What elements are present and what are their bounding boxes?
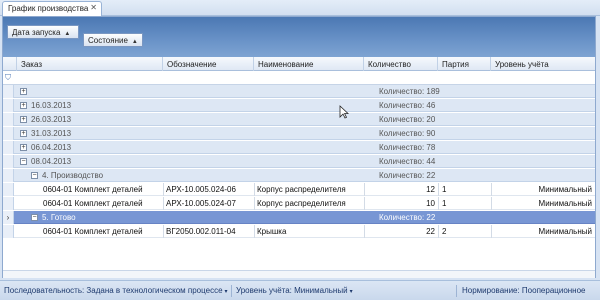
group-row[interactable]: + 31.03.2013 Количество: 90 <box>3 127 595 140</box>
cell-quantity: 22 <box>426 227 435 236</box>
chevron-down-icon: ▾ <box>349 289 353 295</box>
row-indicator <box>3 169 14 182</box>
group-row[interactable]: + Количество: 189 <box>3 85 595 98</box>
mouse-cursor-icon <box>339 105 349 119</box>
column-header-batch[interactable]: Партия <box>438 57 491 71</box>
group-row[interactable]: + 26.03.2013 Количество: 20 <box>3 113 595 126</box>
group-row[interactable]: − 08.04.2013 Количество: 44 <box>3 155 595 168</box>
row-indicator <box>3 85 14 98</box>
close-icon[interactable]: ✕ <box>90 3 97 12</box>
cell-quantity: 12 <box>426 185 435 194</box>
group-label: 08.04.2013 <box>31 157 72 166</box>
group-label: 5. Готово <box>42 213 76 222</box>
collapse-icon[interactable]: − <box>31 172 38 179</box>
sort-asc-icon: ▲ <box>131 39 138 45</box>
table-row[interactable]: 0604-01 Комплект деталей ВГ2050.002.011-… <box>3 225 595 238</box>
column-header-order[interactable]: Заказ <box>17 57 163 71</box>
cell-designation: АРХ-10.005.024-07 <box>166 199 236 208</box>
cell-accounting-level: Минимальный <box>538 185 592 194</box>
group-row[interactable]: + 06.04.2013 Количество: 78 <box>3 141 595 154</box>
cell-name: Корпус распределителя <box>257 185 346 194</box>
cell-accounting-level: Минимальный <box>538 199 592 208</box>
group-count: Количество: 90 <box>379 129 436 138</box>
subgroup-row-selected[interactable]: › − 5. Готово Количество: 22 <box>3 211 595 224</box>
filter-icon[interactable]: ⛉ <box>5 73 14 82</box>
cell-designation: ВГ2050.002.011-04 <box>166 227 236 236</box>
grid-footer <box>3 270 595 278</box>
status-sequence-label: Последовательность: Задана в технологиче… <box>4 286 223 295</box>
grid-rows: + Количество: 189 + 16.03.2013 Количеств… <box>3 85 595 270</box>
expand-icon[interactable]: + <box>20 102 27 109</box>
expand-icon[interactable]: + <box>20 144 27 151</box>
collapse-icon[interactable]: − <box>20 158 27 165</box>
cell-batch: 1 <box>442 185 447 194</box>
status-divider <box>231 285 232 297</box>
column-header-accounting-level[interactable]: Уровень учёта <box>491 57 595 71</box>
auto-filter-row[interactable]: ⛉ <box>3 71 595 85</box>
group-count: Количество: 46 <box>379 101 436 110</box>
group-count: Количество: 44 <box>379 157 436 166</box>
grid-panel: Дата запуска ▲ Состояние ▲ Заказ Обозначен… <box>2 16 596 278</box>
collapse-icon[interactable]: − <box>31 214 38 221</box>
cell-order: 0604-01 Комплект деталей <box>43 227 143 236</box>
row-indicator <box>3 155 14 168</box>
expand-icon[interactable]: + <box>20 88 27 95</box>
status-sequence-dropdown[interactable]: Последовательность: Задана в технологиче… <box>4 286 228 295</box>
table-row[interactable]: 0604-01 Комплект деталей АРХ-10.005.024-… <box>3 183 595 196</box>
group-label: 26.03.2013 <box>31 115 72 124</box>
group-count: Количество: 22 <box>379 213 436 222</box>
group-by-panel[interactable]: Дата запуска ▲ Состояние ▲ <box>3 17 595 57</box>
status-divider <box>456 285 457 297</box>
tab-title: График производства <box>8 4 89 13</box>
group-chip-label: Состояние <box>88 36 128 45</box>
row-indicator <box>3 197 14 210</box>
row-indicator <box>3 127 14 140</box>
cell-order: 0604-01 Комплект деталей <box>43 199 143 208</box>
group-count: Количество: 78 <box>379 143 436 152</box>
cell-order: 0604-01 Комплект деталей <box>43 185 143 194</box>
group-label: 31.03.2013 <box>31 129 72 138</box>
cell-batch: 2 <box>442 227 447 236</box>
status-norm-label: Нормирование: Пооперационное <box>462 286 586 295</box>
header-indicator <box>3 57 17 71</box>
chevron-down-icon: ▾ <box>224 289 228 295</box>
production-schedule-window: График производства ✕ Дата запуска ▲ Сост… <box>0 0 600 300</box>
row-indicator <box>3 113 14 126</box>
focused-row-indicator: › <box>3 211 14 224</box>
row-indicator <box>3 141 14 154</box>
column-header-designation[interactable]: Обозначение <box>163 57 254 71</box>
group-row[interactable]: + 16.03.2013 Количество: 46 <box>3 99 595 112</box>
group-count: Количество: 22 <box>379 171 436 180</box>
row-indicator <box>3 225 14 238</box>
group-count: Количество: 20 <box>379 115 436 124</box>
cell-quantity: 10 <box>426 199 435 208</box>
cell-designation: АРХ-10.005.024-06 <box>166 185 236 194</box>
cell-batch: 1 <box>442 199 447 208</box>
status-bar: Последовательность: Задана в технологиче… <box>0 280 600 300</box>
tab-production-schedule[interactable]: График производства ✕ <box>2 1 102 16</box>
column-header-row: Заказ Обозначение Наименование Количеств… <box>3 57 595 71</box>
row-indicator <box>3 183 14 196</box>
sort-asc-icon: ▲ <box>64 31 71 37</box>
group-label: 16.03.2013 <box>31 101 72 110</box>
status-level-dropdown[interactable]: Уровень учёта: Минимальный ▾ <box>236 286 353 295</box>
subgroup-row[interactable]: − 4. Производство Количество: 22 <box>3 169 595 182</box>
tab-strip: График производства ✕ <box>0 0 600 16</box>
expand-icon[interactable]: + <box>20 130 27 137</box>
table-row[interactable]: 0604-01 Комплект деталей АРХ-10.005.024-… <box>3 197 595 210</box>
row-indicator <box>3 99 14 112</box>
column-header-name[interactable]: Наименование <box>254 57 364 71</box>
group-chip-label: Дата запуска <box>12 28 61 37</box>
cell-name: Крышка <box>257 227 287 236</box>
status-level-label: Уровень учёта: Минимальный <box>236 286 348 295</box>
group-label: 4. Производство <box>42 171 104 180</box>
cell-name: Корпус распределителя <box>257 199 346 208</box>
group-chip-state[interactable]: Состояние ▲ <box>83 33 143 47</box>
group-count: Количество: 189 <box>379 87 440 96</box>
column-header-quantity[interactable]: Количество <box>364 57 438 71</box>
cell-accounting-level: Минимальный <box>538 227 592 236</box>
group-chip-launch-date[interactable]: Дата запуска ▲ <box>7 25 79 39</box>
expand-icon[interactable]: + <box>20 116 27 123</box>
group-label: 06.04.2013 <box>31 143 72 152</box>
